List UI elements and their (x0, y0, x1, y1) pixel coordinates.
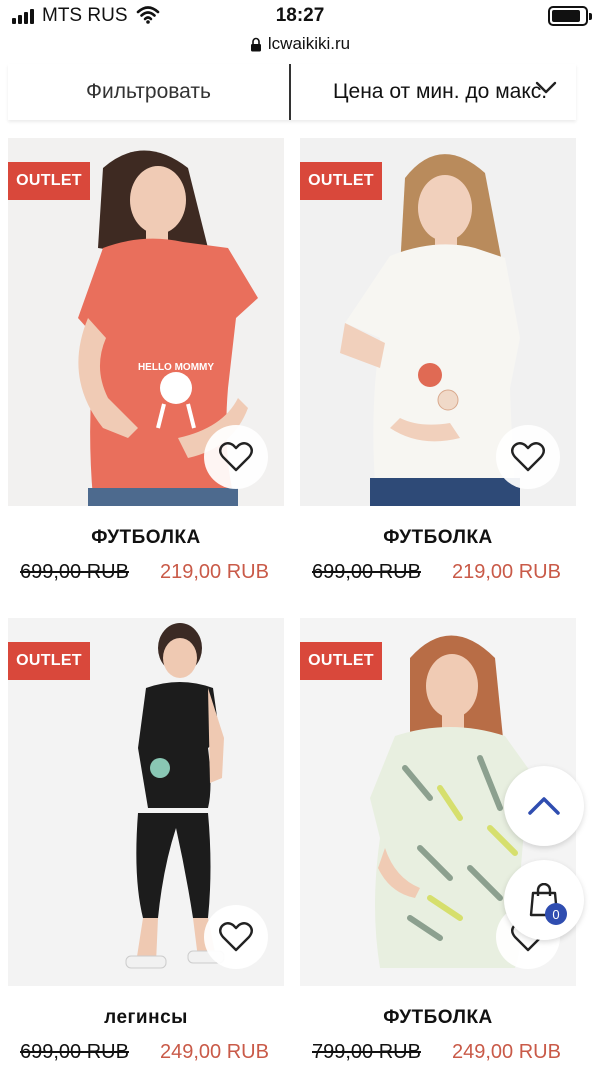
filter-button[interactable]: Фильтровать (8, 64, 291, 120)
product-title[interactable]: легинсы (8, 1007, 284, 1029)
outlet-badge: OUTLET (8, 642, 90, 680)
product-image[interactable]: OUTLET (8, 618, 284, 986)
sort-select[interactable]: Цена от мин. до макс. (291, 64, 576, 120)
sale-price: 249,00 RUB (160, 1041, 269, 1063)
product-title[interactable]: ФУТБОЛКА (300, 1007, 576, 1029)
outlet-badge: OUTLET (300, 162, 382, 200)
sale-price: 219,00 RUB (160, 561, 269, 583)
product-image[interactable]: HELLO MOMMY OUTLET (8, 138, 284, 506)
heart-icon (511, 442, 545, 472)
cart-count-badge: 0 (545, 903, 567, 925)
status-bar: MTS RUS 18:27 (0, 0, 600, 30)
product-title[interactable]: ФУТБОЛКА (300, 527, 576, 549)
wishlist-button[interactable] (496, 425, 560, 489)
url-text: lcwaikiki.ru (267, 34, 351, 53)
old-price: 699,00 RUB (20, 1041, 129, 1063)
clock: 18:27 (275, 5, 325, 26)
outlet-badge: OUTLET (300, 642, 382, 680)
address-bar[interactable]: lcwaikiki.ru (0, 31, 600, 57)
sort-select-label: Цена от мин. до макс. (333, 80, 548, 103)
battery-icon (548, 6, 592, 26)
old-price: 699,00 RUB (20, 561, 129, 583)
chevron-down-icon (535, 81, 557, 94)
cart-button[interactable]: 0 (504, 860, 584, 940)
product-image[interactable]: OUTLET (300, 138, 576, 506)
wishlist-button[interactable] (204, 905, 268, 969)
heart-icon (219, 442, 253, 472)
sale-price: 219,00 RUB (452, 561, 561, 583)
old-price: 799,00 RUB (312, 1041, 421, 1063)
scroll-to-top-button[interactable] (504, 766, 584, 846)
heart-icon (219, 922, 253, 952)
wishlist-button[interactable] (204, 425, 268, 489)
lock-icon (250, 37, 261, 51)
filter-sort-bar: Фильтровать Цена от мин. до макс. (8, 64, 576, 120)
sale-price: 249,00 RUB (452, 1041, 561, 1063)
product-title[interactable]: ФУТБОЛКА (8, 527, 284, 549)
outlet-badge: OUTLET (8, 162, 90, 200)
chevron-up-icon (528, 797, 560, 815)
old-price: 699,00 RUB (312, 561, 421, 583)
svg-text:HELLO MOMMY: HELLO MOMMY (138, 362, 214, 373)
